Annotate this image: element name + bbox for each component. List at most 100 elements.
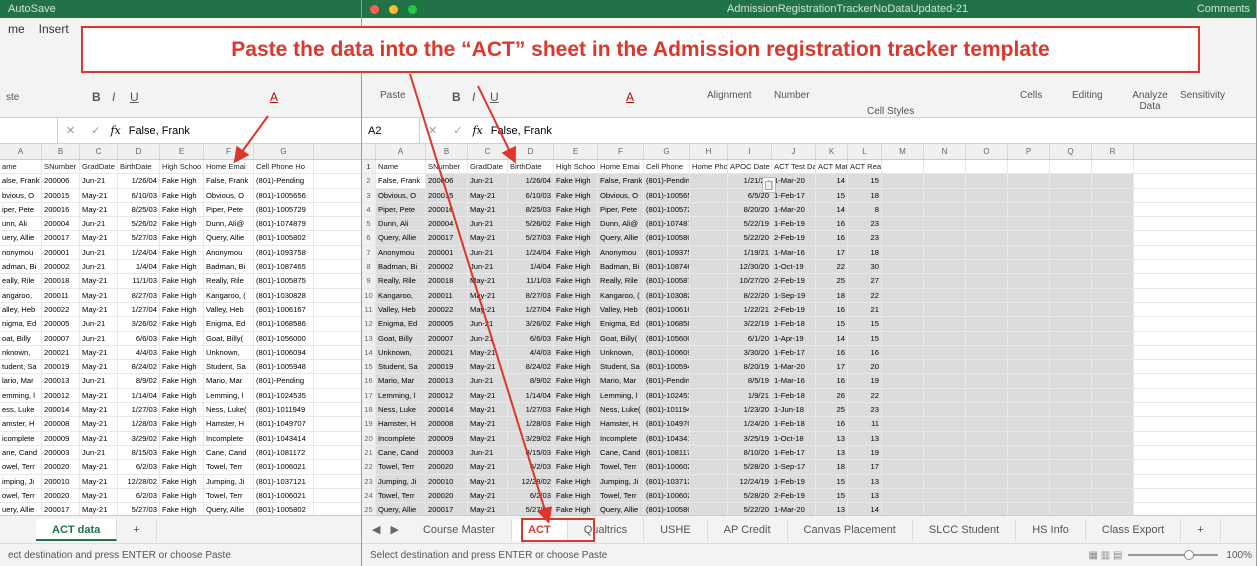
header-cell[interactable]: ACT Test Da bbox=[772, 160, 816, 174]
cell[interactable]: Badman, Bi bbox=[376, 260, 426, 274]
zoom-level[interactable]: 100% bbox=[1226, 550, 1256, 561]
cell[interactable] bbox=[690, 302, 728, 317]
column-header[interactable]: M bbox=[882, 144, 924, 159]
zoom-slider-handle[interactable] bbox=[1184, 550, 1195, 560]
cell[interactable]: 1-Oct-19 bbox=[772, 260, 816, 274]
table-row[interactable]: lario, Mar 200013 Jun-21 8/9/02 Fake High Mar… bbox=[0, 374, 361, 389]
cell[interactable]: May-21 bbox=[80, 202, 118, 217]
row-number[interactable]: 20 bbox=[362, 431, 376, 445]
cell[interactable]: (801)-1087465 bbox=[254, 260, 314, 274]
cell[interactable] bbox=[1008, 188, 1050, 202]
cell[interactable] bbox=[882, 331, 924, 345]
cell[interactable]: 18 bbox=[848, 245, 882, 260]
cell[interactable]: 8/9/02 bbox=[118, 374, 160, 388]
cell[interactable]: 12/28/02 bbox=[118, 474, 160, 488]
cell[interactable]: (801)-1006021 bbox=[644, 460, 690, 474]
font-color-icon[interactable]: A bbox=[626, 90, 634, 104]
table-row[interactable]: adman, Bi 200002 Jun-21 1/4/04 Fake High Badm… bbox=[0, 260, 361, 275]
cell[interactable] bbox=[1092, 445, 1134, 460]
underline-icon[interactable]: U bbox=[130, 90, 139, 104]
row-number[interactable]: 15 bbox=[362, 360, 376, 374]
column-header[interactable]: G bbox=[644, 144, 690, 159]
cell[interactable] bbox=[690, 474, 728, 488]
cell[interactable] bbox=[1092, 188, 1134, 202]
cell[interactable]: 3/25/19 bbox=[728, 431, 772, 445]
cell[interactable] bbox=[1050, 302, 1092, 317]
cell[interactable]: Fake High bbox=[554, 345, 598, 360]
cell[interactable]: Jun-21 bbox=[468, 217, 508, 231]
table-row[interactable]: nonymou 200001 Jun-21 1/24/04 Fake High Anony… bbox=[0, 245, 361, 261]
cell[interactable] bbox=[966, 403, 1008, 417]
cell[interactable]: 200016 bbox=[426, 202, 468, 217]
cell[interactable]: 25 bbox=[816, 274, 848, 288]
cell[interactable]: Fake High bbox=[160, 302, 204, 317]
cell[interactable]: 200007 bbox=[42, 331, 80, 345]
cell[interactable]: Ness, Luke bbox=[376, 403, 426, 417]
table-row[interactable]: 20 Incomplete 200009 May-21 3/29/02 Fake High… bbox=[362, 431, 1256, 446]
cell[interactable]: Fake High bbox=[554, 202, 598, 217]
cell[interactable]: adman, Bi bbox=[0, 260, 42, 274]
comments-button[interactable]: Comments bbox=[1197, 3, 1256, 15]
cell[interactable] bbox=[1008, 374, 1050, 388]
cell[interactable]: 200001 bbox=[426, 245, 468, 260]
cell[interactable] bbox=[882, 217, 924, 231]
table-row[interactable]: 4 Piper, Pete 200016 May-21 8/25/03 Fake High… bbox=[362, 202, 1256, 218]
cell[interactable] bbox=[1092, 403, 1134, 417]
cell[interactable]: 15 bbox=[816, 488, 848, 503]
close-window-icon[interactable] bbox=[370, 4, 379, 14]
cell[interactable]: 6/6/03 bbox=[508, 331, 554, 345]
cell[interactable] bbox=[1008, 331, 1050, 345]
cell[interactable]: Cane, Cand bbox=[204, 445, 254, 460]
cell[interactable]: 23 bbox=[848, 217, 882, 231]
cell[interactable]: Fake High bbox=[160, 345, 204, 360]
sheet-tab-ap-credit[interactable]: AP Credit bbox=[708, 518, 788, 541]
column-header[interactable]: E bbox=[160, 144, 204, 159]
cell[interactable] bbox=[1050, 260, 1092, 274]
header-row[interactable]: 1 Name SNumber GradDate BirthDate High Schoo H… bbox=[362, 160, 1256, 175]
cell[interactable]: 8/15/03 bbox=[118, 445, 160, 460]
left-paste-label[interactable]: ste bbox=[6, 92, 19, 103]
cell[interactable] bbox=[882, 302, 924, 317]
row-number[interactable]: 11 bbox=[362, 302, 376, 317]
cell[interactable]: (801)-1006167 bbox=[644, 302, 690, 317]
cell[interactable]: Fake High bbox=[554, 331, 598, 345]
cell[interactable] bbox=[1050, 403, 1092, 417]
cell[interactable] bbox=[1008, 460, 1050, 474]
cell[interactable]: 200014 bbox=[426, 403, 468, 417]
sheet-tab-act-data[interactable]: ACT data bbox=[36, 518, 118, 541]
cell[interactable]: 200008 bbox=[426, 417, 468, 431]
cell[interactable] bbox=[1050, 360, 1092, 374]
cell[interactable]: False, Frank bbox=[204, 174, 254, 188]
cell[interactable]: (801)-1011949 bbox=[644, 403, 690, 417]
cell[interactable] bbox=[882, 360, 924, 374]
cell[interactable] bbox=[966, 174, 1008, 188]
cell[interactable]: 6/2/03 bbox=[118, 488, 160, 503]
cell[interactable]: 3/26/02 bbox=[118, 317, 160, 331]
cell[interactable]: 8/22/20 bbox=[728, 288, 772, 302]
column-header[interactable]: B bbox=[42, 144, 80, 159]
row-number[interactable]: 9 bbox=[362, 274, 376, 288]
cell[interactable] bbox=[882, 403, 924, 417]
confirm-icon[interactable]: ✓ bbox=[83, 124, 108, 137]
cell[interactable]: 8/27/03 bbox=[118, 288, 160, 302]
cell[interactable]: 15 bbox=[816, 317, 848, 331]
cell[interactable] bbox=[924, 331, 966, 345]
cell[interactable]: Fake High bbox=[160, 188, 204, 202]
cell[interactable]: 1/28/03 bbox=[508, 417, 554, 431]
cell[interactable]: (801)-1056000 bbox=[254, 331, 314, 345]
cell[interactable]: Jumping, Ji bbox=[598, 474, 644, 488]
cell[interactable]: Goat, Billy( bbox=[598, 331, 644, 345]
cell[interactable]: May-21 bbox=[468, 288, 508, 302]
cell[interactable] bbox=[924, 403, 966, 417]
cell[interactable]: (801)-1049707 bbox=[254, 417, 314, 431]
cell[interactable]: 14 bbox=[816, 202, 848, 217]
cell[interactable]: (801)-1005802 bbox=[254, 231, 314, 245]
cell[interactable]: alley, Heb bbox=[0, 302, 42, 317]
cell[interactable]: 6/6/03 bbox=[118, 331, 160, 345]
cell[interactable] bbox=[1050, 231, 1092, 245]
cell[interactable]: Fake High bbox=[554, 245, 598, 260]
cell[interactable]: 1-Apr-19 bbox=[772, 331, 816, 345]
cell[interactable]: (801)-1030828 bbox=[254, 288, 314, 302]
cell[interactable]: 8/24/02 bbox=[118, 360, 160, 374]
cell[interactable]: 200003 bbox=[426, 445, 468, 460]
